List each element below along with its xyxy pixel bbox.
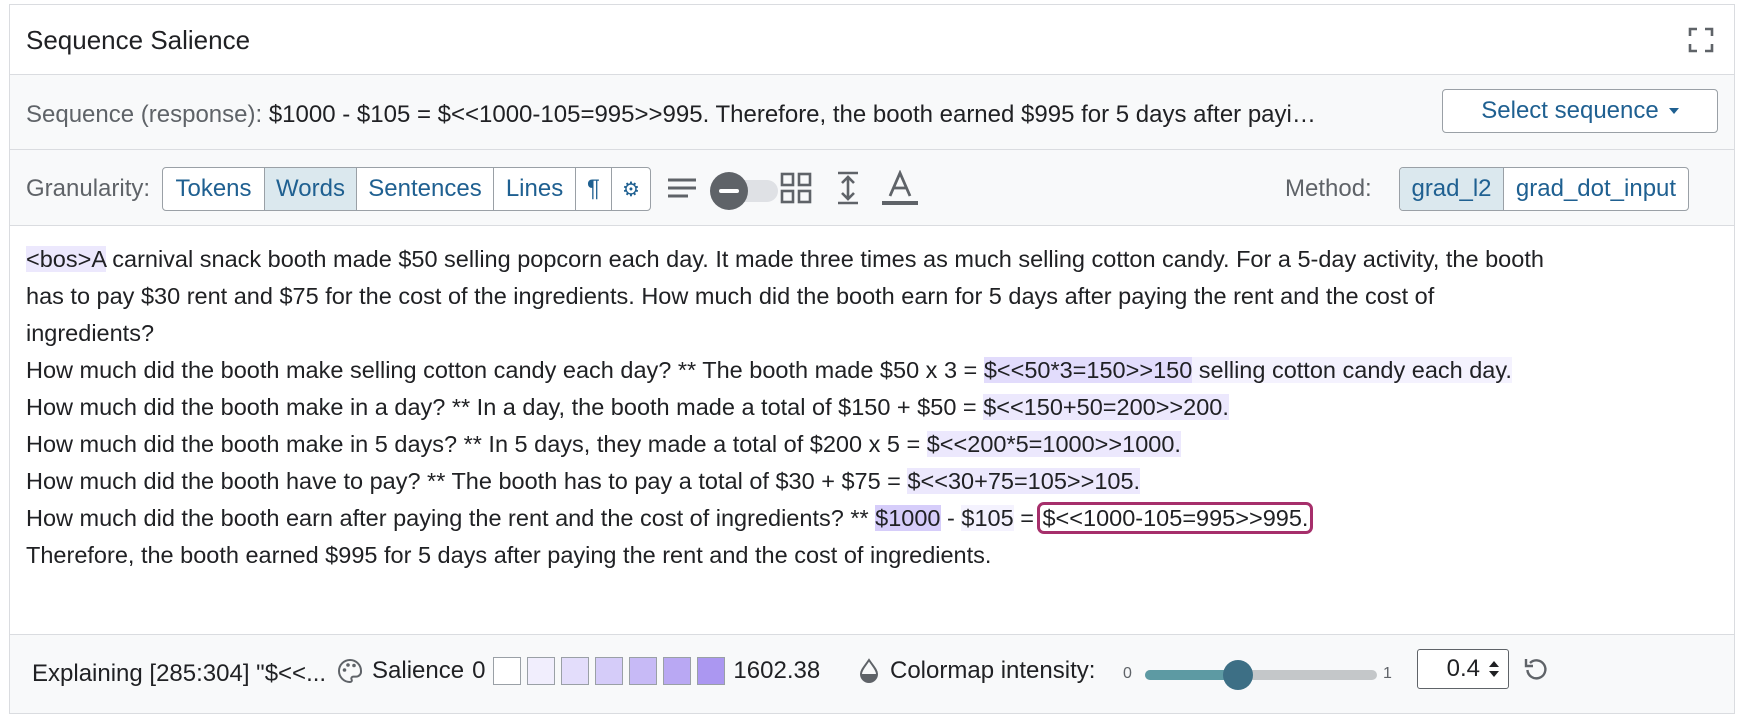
text-span[interactable]: = — [1014, 505, 1041, 531]
granularity-words[interactable]: Words — [265, 168, 357, 210]
text-line: ingredients? — [26, 315, 1716, 352]
target-span[interactable]: $<<1000-105=995>>995. — [1037, 502, 1314, 534]
slider-thumb[interactable] — [1222, 660, 1253, 690]
toggle-knob — [710, 172, 748, 210]
sequence-salience-panel: Sequence Salience Sequence (response): $… — [9, 4, 1735, 714]
display-mode-toggle[interactable] — [710, 172, 780, 210]
salient-word[interactable]: $<<50*3=150>>150 — [983, 357, 1193, 383]
colormap-intensity-label: Colormap intensity: — [890, 657, 1096, 684]
text-line: Therefore, the booth earned $995 for 5 d… — [26, 537, 1716, 574]
slider-track — [1145, 660, 1377, 690]
salience-swatches — [493, 657, 726, 685]
footer-bar: Explaining [285:304] "$<<... Salience 0 … — [10, 634, 1734, 713]
salience-swatch — [527, 657, 556, 685]
text-line: How much did the booth make in a day? **… — [26, 389, 1716, 426]
salience-legend: Salience 0 1602.38 — [336, 657, 820, 685]
salience-label: Salience — [372, 657, 465, 684]
salience-text-area: <bos>A carnival snack booth made $50 sel… — [26, 241, 1716, 574]
granularity-tokens[interactable]: Tokens — [163, 168, 265, 210]
grid-view-icon[interactable] — [778, 170, 814, 206]
text-span[interactable]: How much did the booth have to pay? ** T… — [26, 468, 907, 494]
select-sequence-label: Select sequence — [1481, 97, 1659, 124]
palette-icon — [338, 658, 362, 684]
panel-header: Sequence Salience — [10, 5, 1734, 75]
salient-word[interactable]: $<<200*5=1000>>1000. — [926, 431, 1181, 457]
granularity-lines[interactable]: Lines — [494, 168, 576, 210]
select-sequence-button[interactable]: Select sequence — [1442, 89, 1718, 133]
controls-row: Granularity: Tokens Words Sentences Line… — [10, 150, 1734, 226]
salience-swatch — [663, 657, 692, 685]
salient-word[interactable]: $<<30+75=105>>105. — [907, 468, 1141, 494]
salience-swatch — [629, 657, 658, 685]
salience-swatch — [697, 657, 726, 685]
granularity-paragraphs[interactable]: ¶ — [576, 168, 612, 210]
colormap-intensity-control: Colormap intensity: — [858, 657, 1095, 685]
text-line: How much did the booth make selling cott… — [26, 352, 1716, 389]
sequence-value: $1000 - $105 = $<<1000-105=995>>995. The… — [268, 101, 1316, 128]
intensity-number-input[interactable]: 0.4 — [1417, 649, 1509, 689]
text-line: <bos>A carnival snack booth made $50 sel… — [26, 241, 1716, 278]
granularity-label: Granularity: — [26, 175, 151, 202]
granularity-sentences[interactable]: Sentences — [357, 168, 494, 210]
salient-word[interactable]: selling cotton candy each day. — [1192, 357, 1512, 383]
colormap-intensity-slider[interactable]: 0 1 — [1121, 657, 1392, 693]
fullscreen-icon[interactable] — [1688, 27, 1714, 53]
text-span[interactable]: has to pay $30 rent and $75 for the cost… — [26, 283, 1434, 309]
salience-swatch — [561, 657, 590, 685]
water-drop-icon — [859, 658, 879, 683]
text-line: How much did the booth earn after paying… — [26, 500, 1716, 537]
salience-max-value: 1602.38 — [733, 657, 821, 684]
text-span[interactable]: How much did the booth make in 5 days? *… — [26, 431, 927, 457]
spinner-arrows-icon[interactable] — [1488, 658, 1500, 680]
salience-swatch — [493, 657, 522, 685]
method-label: Method: — [1285, 175, 1372, 202]
granularity-selector: Tokens Words Sentences Lines ¶ ⚙ — [162, 167, 651, 211]
text-span[interactable]: carnival snack booth made $50 selling po… — [106, 246, 1544, 272]
text-span[interactable]: How much did the booth make selling cott… — [26, 357, 984, 383]
sequence-row: Sequence (response): $1000 - $105 = $<<1… — [10, 75, 1734, 150]
text-line: has to pay $30 rent and $75 for the cost… — [26, 278, 1716, 315]
text-line: How much did the booth make in 5 days? *… — [26, 426, 1716, 463]
text-span[interactable]: How much did the booth make in a day? **… — [26, 394, 983, 420]
method-grad-dot-input[interactable]: grad_dot_input — [1504, 168, 1688, 210]
salience-swatch — [595, 657, 624, 685]
panel-title: Sequence Salience — [26, 25, 251, 55]
text-span[interactable]: ingredients? — [26, 320, 154, 346]
line-height-icon[interactable] — [830, 170, 866, 206]
method-grad-l2[interactable]: grad_l2 — [1400, 168, 1504, 210]
method-selector: grad_l2 grad_dot_input — [1399, 167, 1689, 211]
sequence-display: Sequence (response): $1000 - $105 = $<<1… — [26, 101, 1316, 129]
text-span[interactable]: How much did the booth earn after paying… — [26, 505, 875, 531]
text-span[interactable]: Therefore, the booth earned $995 for 5 d… — [26, 542, 991, 568]
salient-word[interactable]: <bos>A — [26, 246, 106, 272]
text-line: How much did the booth have to pay? ** T… — [26, 463, 1716, 500]
explaining-target-label: Explaining [285:304] "$<<... — [32, 660, 327, 687]
text-span[interactable]: - — [941, 505, 962, 531]
salient-word[interactable]: $<<150+50=200>>200. — [983, 394, 1229, 420]
wrap-text-icon[interactable] — [664, 170, 700, 206]
salience-min-value: 0 — [472, 657, 486, 684]
salient-word[interactable]: $1000 — [875, 505, 941, 531]
slider-min-label: 0 — [1123, 665, 1132, 682]
text-color-icon[interactable] — [880, 170, 920, 206]
reset-icon[interactable] — [1522, 655, 1550, 683]
intensity-value: 0.4 — [1446, 655, 1480, 682]
granularity-custom[interactable]: ⚙ — [612, 168, 650, 210]
salient-word[interactable]: $105 — [961, 505, 1014, 531]
slider-max-label: 1 — [1383, 665, 1392, 682]
caret-down-icon — [1668, 108, 1679, 114]
sequence-label: Sequence (response): — [26, 101, 263, 128]
